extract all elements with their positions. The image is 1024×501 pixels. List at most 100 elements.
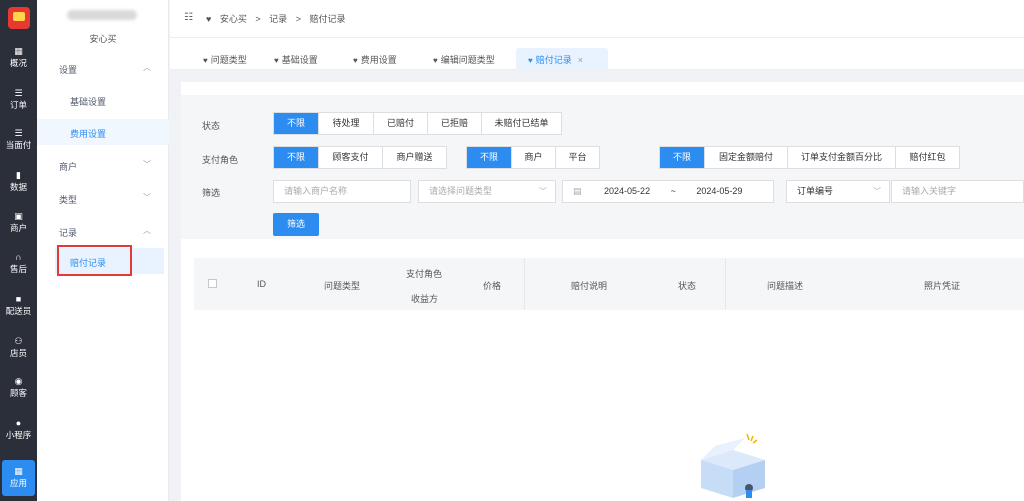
rail-item-label: 顾客	[9, 388, 27, 398]
search-label: 筛选	[202, 188, 221, 198]
column-divider	[725, 258, 726, 310]
customer-icon: ◉	[14, 376, 23, 386]
rail-item-label: 订单	[9, 100, 27, 110]
problem-type-select[interactable]: 请选择问题类型 ﹀	[418, 180, 556, 203]
date-start: 2024-05-22	[604, 186, 651, 196]
breadcrumb-item[interactable]: 记录	[269, 14, 287, 24]
chevron-down-icon: ﹀	[539, 187, 547, 196]
sidebar-item-basic-settings[interactable]: 基础设置	[37, 87, 169, 113]
role-option[interactable]: 顾客支付	[318, 147, 382, 168]
status-option[interactable]: 不限	[274, 113, 318, 134]
highlight-box	[57, 245, 132, 276]
dashboard-icon: ▦	[14, 46, 23, 56]
app-logo[interactable]	[8, 7, 30, 29]
sidebar-group-type[interactable]: 类型 ﹀	[37, 189, 169, 209]
breadcrumb: ♥ 安心买 > 记录 > 赔付记录	[206, 12, 352, 25]
rail-item-label: 概况	[9, 58, 27, 68]
filter-button[interactable]: 筛选	[273, 213, 319, 236]
chat-icon: ●	[15, 418, 22, 428]
chevron-down-icon: ﹀	[143, 193, 151, 202]
status-option[interactable]: 已赔付	[373, 113, 427, 134]
apps-icon: ▦	[14, 466, 23, 476]
breadcrumb-item[interactable]: 安心买	[220, 14, 247, 24]
rail-item[interactable]: ∩ 售后	[0, 246, 37, 282]
app-rail: ▦ 概况 ☰ 订单 ☰ 当面付 ▮ 数据 ▣ 商户 ∩ 售后 ■ 配送员 ⚇ 店员 ◉ 顾客 ● 小程序 ▦ 应用	[0, 0, 37, 501]
rail-item[interactable]: ■ 配送员	[0, 288, 37, 324]
chevron-up-icon: ︿	[143, 226, 151, 235]
date-separator: ~	[670, 186, 676, 196]
col-beneficiary: 收益方	[411, 294, 439, 304]
compensation-option[interactable]: 不限	[660, 147, 704, 168]
rail-item[interactable]: ☰ 当面付	[0, 122, 37, 158]
rail-item-label: 小程序	[5, 430, 32, 440]
rail-item[interactable]: ☰ 订单	[0, 82, 37, 118]
status-option[interactable]: 已拒赔	[427, 113, 481, 134]
close-icon[interactable]: ×	[578, 55, 583, 65]
col-photo-proof: 照片凭证	[924, 281, 961, 291]
date-end: 2024-05-29	[696, 186, 743, 196]
tab-edit-problem-type[interactable]: ♥ 编辑问题类型	[433, 48, 495, 70]
rail-item[interactable]: ● 小程序	[0, 412, 37, 448]
beneficiary-segmented: 不限 商户 平台	[466, 146, 600, 169]
status-option[interactable]: 待处理	[318, 113, 373, 134]
rail-item-label: 店员	[9, 348, 27, 358]
chevron-down-icon: ﹀	[873, 187, 881, 196]
date-range-picker[interactable]: ▤ 2024-05-22 ~ 2024-05-29	[562, 180, 774, 203]
col-payment-role: 支付角色	[406, 269, 443, 279]
staff-icon: ⚇	[14, 336, 23, 346]
sidebar-group-settings[interactable]: 设置 ︿	[37, 59, 169, 79]
col-problem-description: 问题描述	[767, 281, 804, 291]
select-all-checkbox[interactable]	[208, 279, 217, 288]
compensation-option[interactable]: 固定金额赔付	[704, 147, 787, 168]
sidebar-group-merchant[interactable]: 商户 ﹀	[37, 156, 169, 176]
payment-role-segmented: 不限 顾客支付 商户赠送	[273, 146, 447, 169]
shop-name: 安心买	[89, 34, 117, 44]
rail-item[interactable]: ▮ 数据	[0, 164, 37, 200]
rail-item-label: 售后	[9, 264, 27, 274]
status-option[interactable]: 未赔付已结单	[481, 113, 561, 134]
breadcrumb-current: 赔付记录	[309, 14, 346, 24]
heart-icon: ♥	[433, 56, 438, 65]
rail-item-label: 配送员	[5, 306, 32, 316]
tab-fee-settings[interactable]: ♥ 费用设置	[353, 48, 397, 70]
heart-icon: ♥	[274, 56, 279, 65]
tab-problem-types[interactable]: ♥ 问题类型	[203, 48, 247, 70]
compensation-option[interactable]: 订单支付金额百分比	[787, 147, 895, 168]
rail-item[interactable]: ▦ 应用	[2, 460, 35, 496]
tab-strip: ♥ 问题类型 ♥ 基础设置 ♥ 费用设置 ♥ 编辑问题类型 ♥ 赔付记录 ×	[170, 38, 1024, 70]
role-option[interactable]: 不限	[274, 147, 318, 168]
rail-item[interactable]: ▣ 商户	[0, 205, 37, 241]
chevron-down-icon: ﹀	[143, 160, 151, 169]
courier-icon: ■	[15, 294, 22, 304]
pay-icon: ☰	[14, 128, 23, 138]
merchant-name-input[interactable]: 请输入商户名称	[273, 180, 411, 203]
blurred-username	[67, 10, 137, 20]
rail-item[interactable]: ▦ 概况	[0, 40, 37, 76]
rail-item-label: 商户	[9, 223, 27, 233]
calendar-icon: ▤	[573, 186, 582, 196]
headset-icon: ∩	[15, 252, 22, 262]
col-status: 状态	[678, 281, 697, 291]
tab-compensation-records[interactable]: ♥ 赔付记录 ×	[516, 48, 608, 70]
menu-fold-icon[interactable]: ☷	[184, 12, 193, 23]
sidebar-group-records[interactable]: 记录 ︿	[37, 222, 169, 242]
beneficiary-option[interactable]: 平台	[555, 147, 599, 168]
filter-panel: 状态 不限 待处理 已赔付 已拒赔 未赔付已结单 支付角色 不限 顾客支付 商户…	[181, 95, 1024, 239]
col-price: 价格	[483, 281, 502, 291]
breadcrumb-separator: >	[255, 14, 261, 24]
order-field-select[interactable]: 订单编号 ﹀	[786, 180, 890, 203]
status-label: 状态	[202, 121, 221, 131]
chart-icon: ▮	[16, 170, 21, 180]
role-option[interactable]: 商户赠送	[382, 147, 446, 168]
compensation-option[interactable]: 赔付红包	[895, 147, 959, 168]
keyword-input[interactable]: 请输入关键字	[891, 180, 1024, 203]
sidebar-item-fee-settings[interactable]: 费用设置	[37, 119, 169, 145]
rail-item[interactable]: ⚇ 店员	[0, 330, 37, 366]
heart-icon: ♥	[203, 56, 208, 65]
rail-item[interactable]: ◉ 顾客	[0, 370, 37, 406]
tab-basic-settings[interactable]: ♥ 基础设置	[274, 48, 318, 70]
beneficiary-option[interactable]: 不限	[467, 147, 511, 168]
beneficiary-option[interactable]: 商户	[511, 147, 555, 168]
col-description: 赔付说明	[571, 281, 608, 291]
compensation-type-segmented: 不限 固定金额赔付 订单支付金额百分比 赔付红包	[659, 146, 960, 169]
